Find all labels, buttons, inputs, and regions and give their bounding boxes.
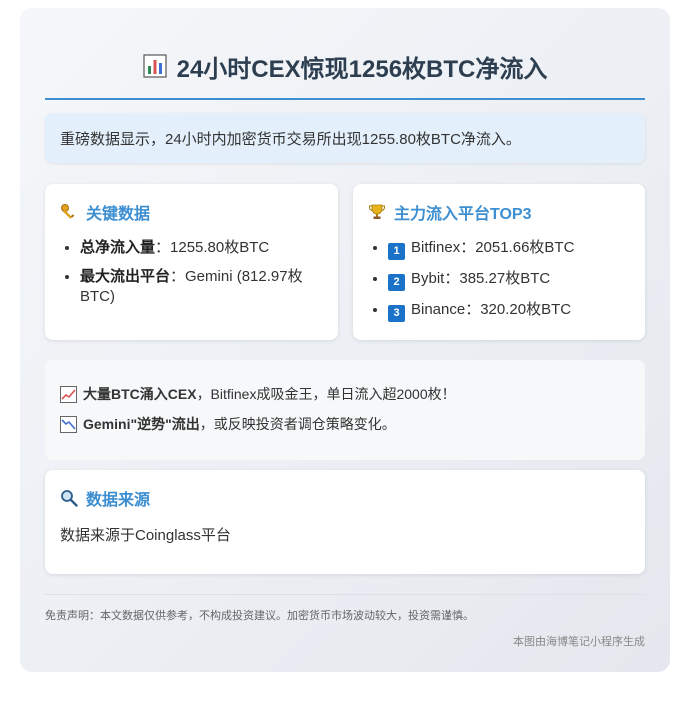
list-item: 总净流入量：1255.80枚BTC xyxy=(80,238,323,258)
key-data-panel: 关键数据 总净流入量：1255.80枚BTC 最大流出平台：Gemini (81… xyxy=(45,184,338,340)
page-title: 24小时CEX惊现1256枚BTC净流入 xyxy=(176,55,548,83)
disclaimer: 免责声明：本文数据仅供参考，不构成投资建议。加密货币市场波动较大，投资需谨慎。 xyxy=(45,610,474,622)
top3-list: 1Bitfinex：2051.66枚BTC 2Bybit：385.27枚BTC … xyxy=(368,238,630,322)
source-text: 数据来源于Coinglass平台 xyxy=(60,527,231,544)
top3-panel: 主力流入平台TOP3 1Bitfinex：2051.66枚BTC 2Bybit：… xyxy=(353,184,645,340)
highlight-row: Gemini"逆势"流出 ，或反映投资者调仓策略变化。 xyxy=(60,414,630,434)
intro-text: 重磅数据显示，24小时内加密货币交易所出现1255.80枚BTC净流入。 xyxy=(60,130,521,148)
rank-badge: 1 xyxy=(388,243,405,260)
title-bar: 24小时CEX惊现1256枚BTC净流入 xyxy=(45,48,645,100)
key-icon xyxy=(61,204,75,219)
source-panel: 数据来源 数据来源于Coinglass平台 xyxy=(45,470,645,574)
list-item: 最大流出平台：Gemini (812.97枚BTC) xyxy=(80,267,323,307)
rank-badge: 3 xyxy=(388,305,405,322)
list-item: 3Binance：320.20枚BTC xyxy=(388,300,630,322)
footer: 免责声明：本文数据仅供参考，不构成投资建议。加密货币市场波动较大，投资需谨慎。 … xyxy=(45,594,645,649)
highlight-row: 大量BTC涌入CEX ，Bitfinex成吸金王，单日流入超2000枚！ xyxy=(60,384,630,404)
trophy-icon xyxy=(369,204,385,219)
list-item: 1Bitfinex：2051.66枚BTC xyxy=(388,238,630,260)
source-heading: 数据来源 xyxy=(60,486,630,510)
list-item: 2Bybit：385.27枚BTC xyxy=(388,269,630,291)
key-data-list: 总净流入量：1255.80枚BTC 最大流出平台：Gemini (812.97枚… xyxy=(60,238,323,307)
chart-down-icon xyxy=(60,415,77,433)
credit: 本图由海博笔记小程序生成 xyxy=(513,636,645,648)
rank-badge: 2 xyxy=(388,274,405,291)
magnifier-icon xyxy=(61,490,78,507)
bar-chart-icon xyxy=(143,54,167,78)
highlights-panel: 大量BTC涌入CEX ，Bitfinex成吸金王，单日流入超2000枚！ Gemi… xyxy=(45,360,645,460)
intro-banner: 重磅数据显示，24小时内加密货币交易所出现1255.80枚BTC净流入。 xyxy=(45,113,645,163)
poster-card: 24小时CEX惊现1256枚BTC净流入 重磅数据显示，24小时内加密货币交易所… xyxy=(20,8,670,672)
chart-up-icon xyxy=(60,385,77,403)
key-data-heading: 关键数据 xyxy=(60,200,323,224)
top3-heading: 主力流入平台TOP3 xyxy=(368,200,630,224)
